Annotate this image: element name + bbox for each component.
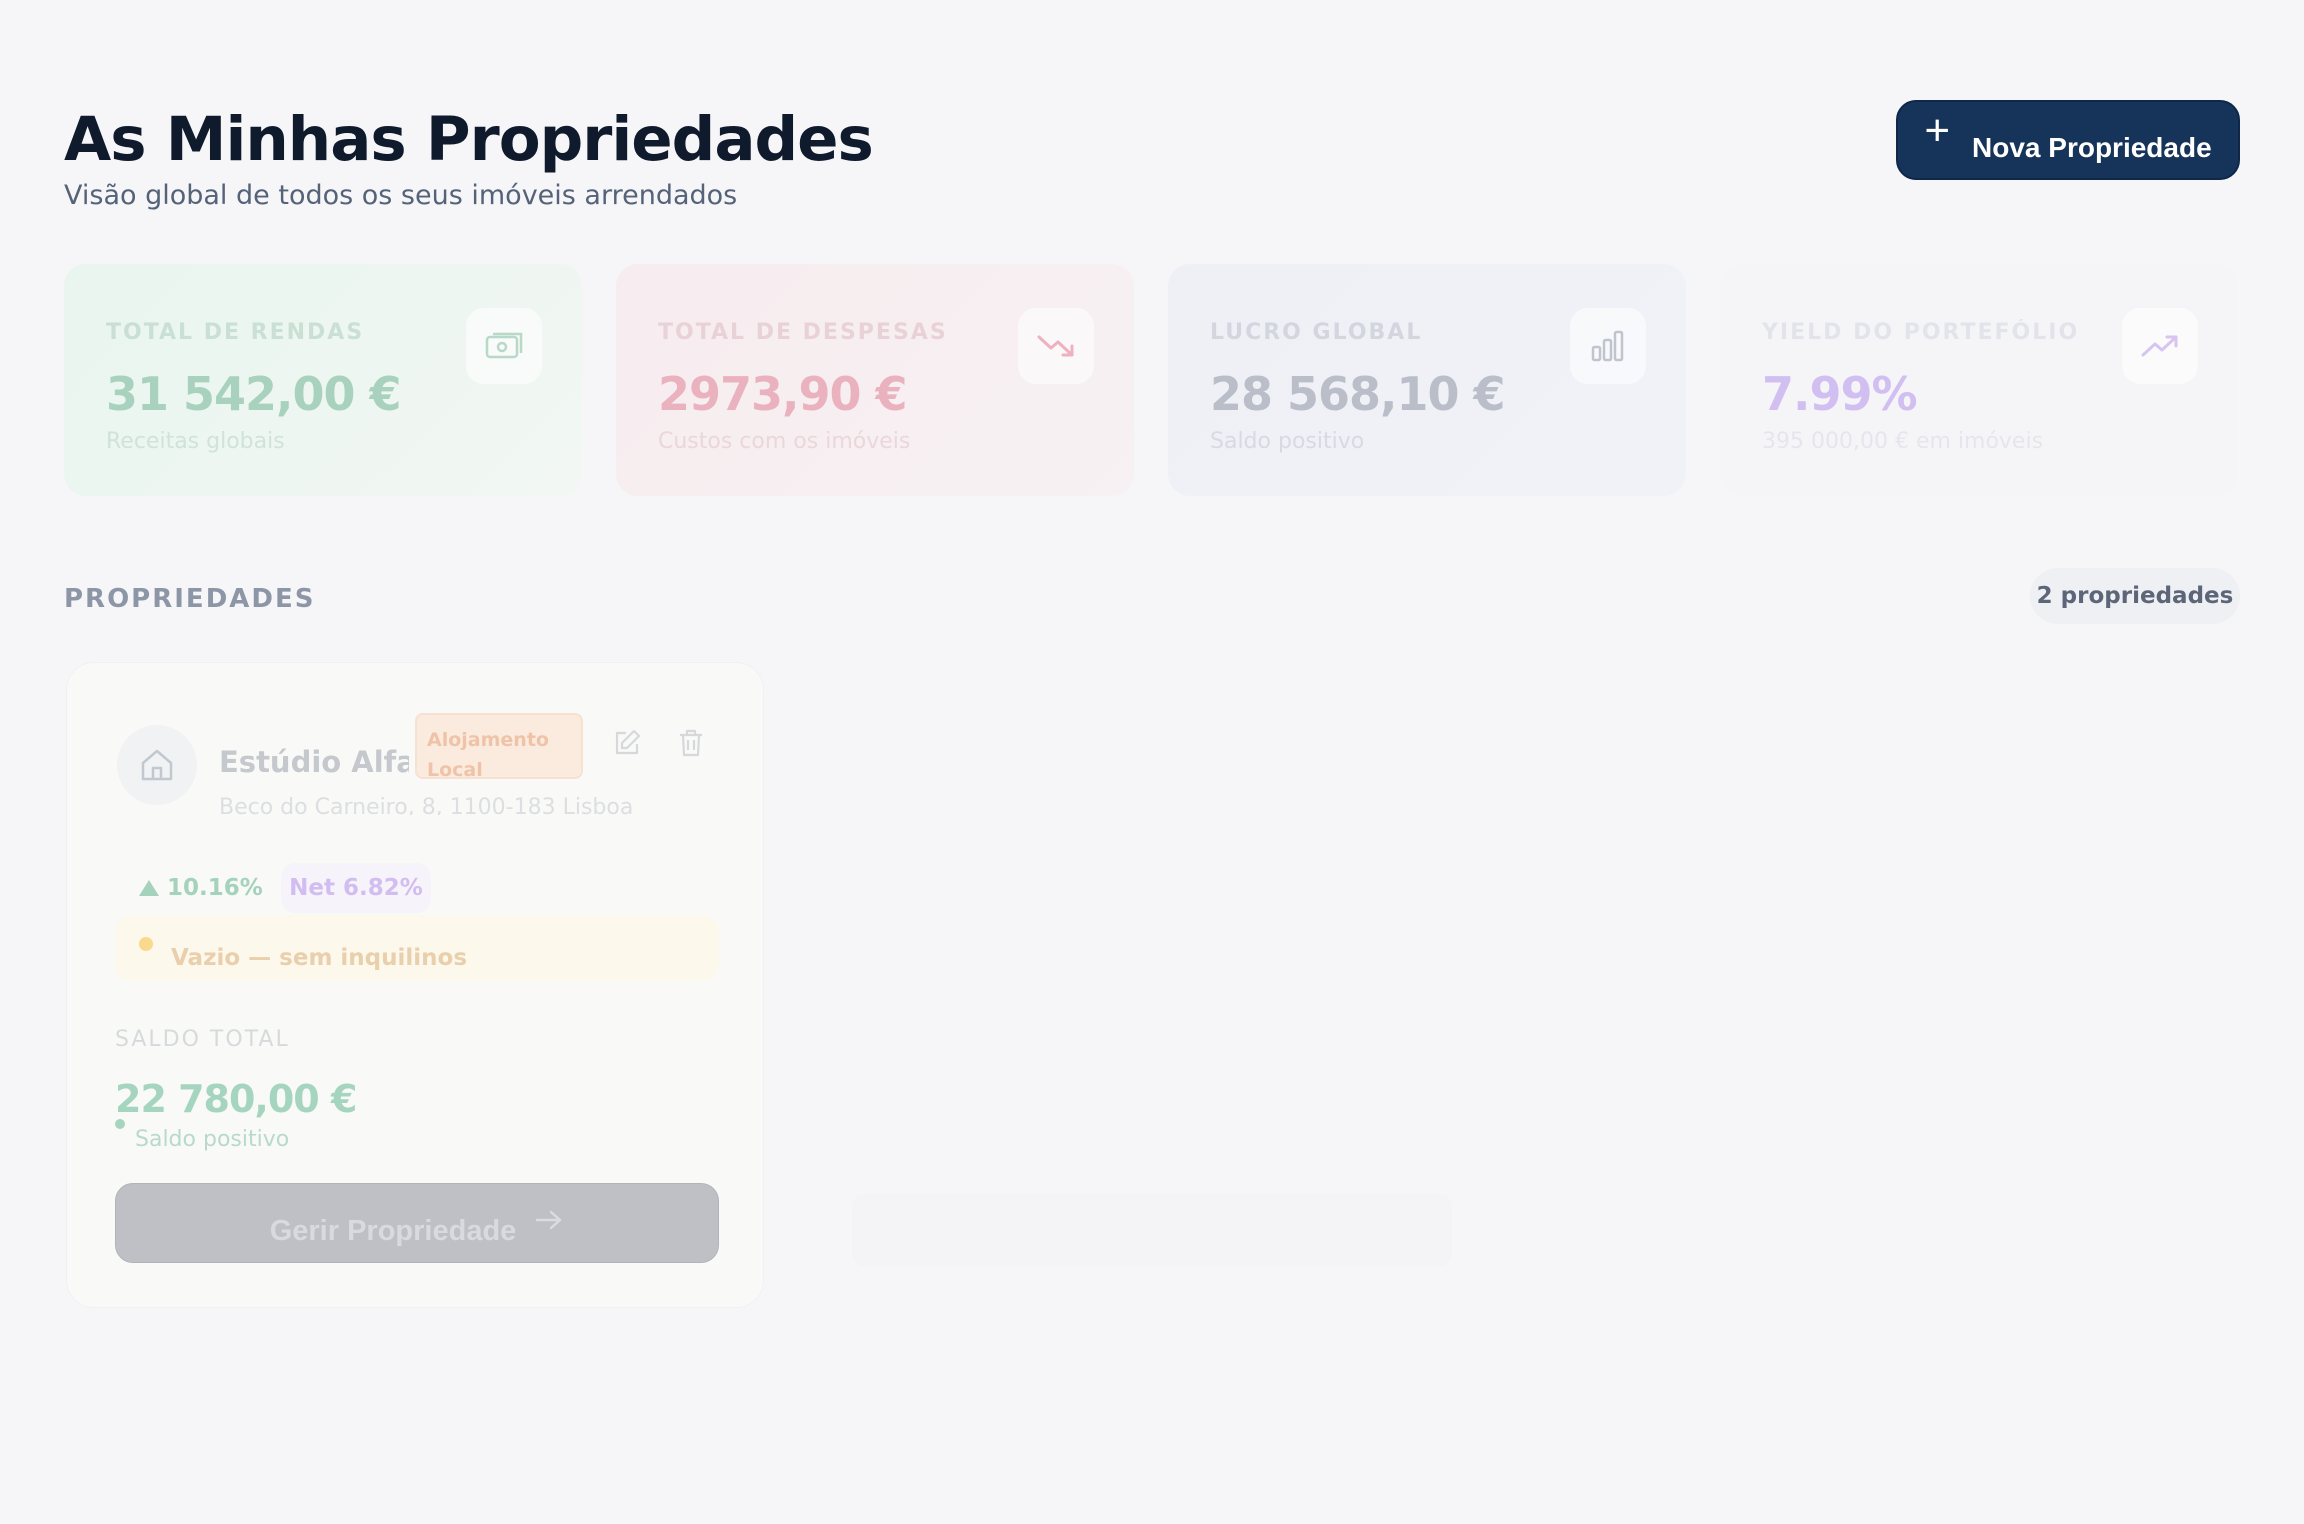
gross-yield-value: 10.16% [167, 875, 263, 901]
page-title: As Minhas Propriedades [64, 104, 874, 175]
stat-card-total-rents: TOTAL DE RENDAS 31 542,00 € Receitas glo… [64, 264, 582, 496]
trash-icon[interactable] [671, 723, 711, 763]
positive-dot-icon [115, 1119, 125, 1129]
balance-label: SALDO TOTAL [115, 1027, 290, 1052]
status-dot-icon [139, 937, 153, 951]
banknote-icon [466, 308, 542, 384]
stat-card-total-expenses: TOTAL DE DESPESAS 2973,90 € Custos com o… [616, 264, 1134, 496]
trending-up-icon [2122, 308, 2198, 384]
plus-icon: + [1924, 106, 1951, 155]
loading-placeholder [852, 1194, 1452, 1266]
net-yield-badge: Net 6.82% [281, 863, 431, 913]
manage-property-label: Gerir Propriedade [269, 1214, 517, 1247]
balance-subtitle: Saldo positivo [135, 1127, 290, 1152]
arrow-right-icon [534, 1207, 564, 1240]
occupancy-status-text: Vazio — sem inquilinos [171, 945, 468, 971]
manage-property-button[interactable]: Gerir Propriedade [115, 1183, 719, 1263]
stat-subtitle: Saldo positivo [1210, 429, 1365, 454]
trending-down-icon [1018, 308, 1094, 384]
house-icon [117, 725, 197, 805]
section-title: PROPRIEDADES [64, 584, 316, 614]
edit-icon[interactable] [607, 723, 647, 763]
properties-count-badge: 2 propriedades [2030, 568, 2240, 624]
stat-subtitle: Receitas globais [106, 429, 285, 454]
new-property-button[interactable]: + Nova Propriedade [1896, 100, 2240, 180]
stat-subtitle: Custos com os imóveis [658, 429, 911, 454]
property-address: Beco do Carneiro, 8, 1100-183 Lisboa [219, 795, 634, 815]
stat-card-portfolio-yield: YIELD DO PORTEFÓLIO 7.99% 395 000,00 € e… [1720, 264, 2238, 496]
property-type-badge: Alojamento Local [415, 713, 583, 781]
occupancy-status: Vazio — sem inquilinos [115, 915, 719, 981]
property-card[interactable]: Estúdio Alfama Beco do Carneiro, 8, 1100… [66, 662, 764, 1308]
balance-value: 22 780,00 € [115, 1077, 357, 1121]
gross-yield-badge: 10.16% [129, 863, 269, 913]
stat-subtitle: 395 000,00 € em imóveis [1762, 429, 2044, 454]
property-name: Estúdio Alfama [219, 745, 409, 779]
page-subtitle: Visão global de todos os seus imóveis ar… [64, 180, 738, 211]
new-property-label: Nova Propriedade [1972, 132, 2212, 163]
arrow-up-icon [139, 880, 159, 896]
stat-card-global-profit: LUCRO GLOBAL 28 568,10 € Saldo positivo [1168, 264, 1686, 496]
bar-chart-icon [1570, 308, 1646, 384]
